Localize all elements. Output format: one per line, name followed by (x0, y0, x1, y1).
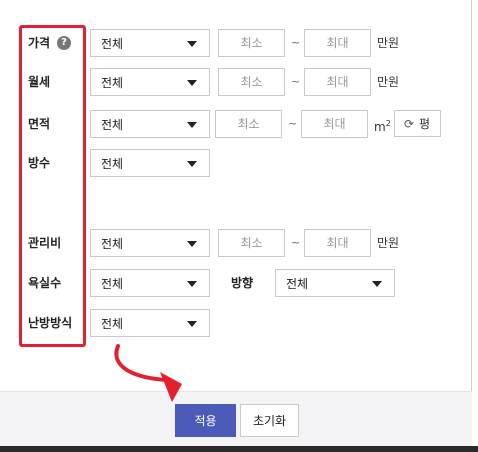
area-unit-superscript: 2 (385, 119, 391, 128)
chevron-down-icon (372, 281, 382, 287)
heating-select[interactable]: 전체 (90, 309, 210, 337)
rooms-select-value: 전체 (101, 157, 124, 171)
rent-select-value: 전체 (101, 76, 124, 90)
chevron-down-icon (187, 241, 197, 247)
rent-select[interactable]: 전체 (90, 68, 210, 96)
maintenance-unit: 만원 (377, 236, 400, 250)
maintenance-select-value: 전체 (101, 237, 124, 251)
pyeong-toggle-label: 평 (419, 117, 431, 131)
chevron-down-icon (187, 41, 197, 47)
rent-tilde: ~ (291, 75, 301, 88)
bottom-edge-strip (0, 446, 478, 452)
area-tilde: ~ (288, 117, 298, 130)
bathrooms-select-value: 전체 (101, 277, 124, 291)
price-tilde: ~ (291, 36, 301, 49)
red-arrow-annotation (114, 344, 182, 402)
maintenance-tilde: ~ (291, 236, 301, 249)
price-select-value: 전체 (101, 37, 124, 51)
pyeong-toggle-button[interactable]: ⟳ 평 (394, 110, 441, 137)
area-unit: m2 (374, 117, 391, 134)
price-unit: 만원 (377, 36, 400, 50)
chevron-down-icon (187, 161, 197, 167)
direction-select-value: 전체 (286, 277, 309, 291)
maintenance-max-input[interactable]: 최대 (304, 229, 371, 257)
price-select[interactable]: 전체 (90, 29, 210, 57)
rent-max-input[interactable]: 최대 (304, 68, 371, 96)
rent-unit: 만원 (377, 75, 400, 89)
maintenance-min-input[interactable]: 최소 (218, 229, 285, 257)
apply-button[interactable]: 적용 (175, 404, 236, 437)
bathrooms-select[interactable]: 전체 (90, 269, 210, 297)
price-max-input[interactable]: 최대 (304, 29, 371, 57)
rooms-select[interactable]: 전체 (90, 149, 210, 177)
refresh-icon: ⟳ (404, 117, 415, 131)
filter-footer (0, 391, 472, 452)
maintenance-select[interactable]: 전체 (90, 229, 210, 257)
price-min-input[interactable]: 최소 (218, 29, 285, 57)
area-unit-text: m (374, 120, 386, 134)
arrow-shaft (114, 344, 170, 382)
direction-label: 방향 (231, 276, 254, 290)
direction-select[interactable]: 전체 (275, 269, 395, 297)
labels-highlight-box (19, 25, 86, 347)
reset-button[interactable]: 초기화 (240, 404, 299, 437)
area-min-input[interactable]: 최소 (215, 110, 282, 138)
area-select[interactable]: 전체 (90, 110, 210, 138)
area-select-value: 전체 (101, 118, 124, 132)
chevron-down-icon (187, 321, 197, 327)
chevron-down-icon (187, 281, 197, 287)
area-max-input[interactable]: 최대 (301, 110, 368, 138)
chevron-down-icon (187, 122, 197, 128)
chevron-down-icon (187, 80, 197, 86)
arrow-head (160, 372, 182, 402)
heating-select-value: 전체 (101, 317, 124, 331)
rent-min-input[interactable]: 최소 (218, 68, 285, 96)
